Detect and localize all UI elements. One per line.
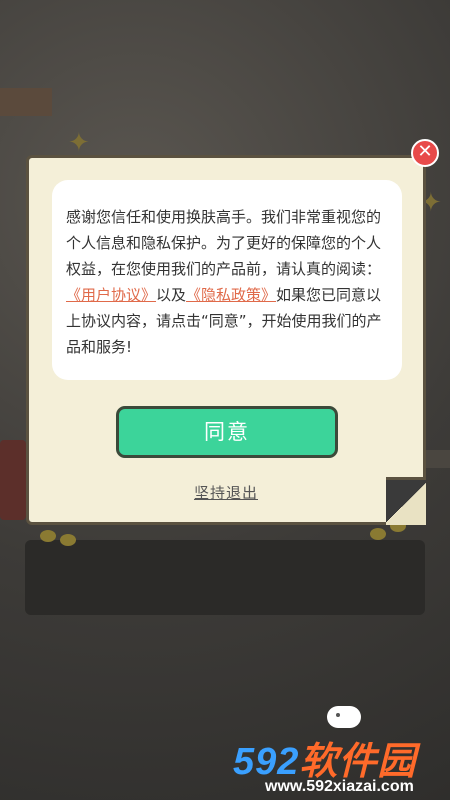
bg-shelf [25, 540, 425, 615]
agreement-text-mid: 以及 [156, 286, 187, 304]
watermark-brand-number: 592 [233, 741, 300, 783]
user-agreement-link[interactable]: 《用户协议》 [66, 286, 156, 304]
watermark-url: www.592xiazai.com [265, 778, 414, 795]
bg-coin [60, 534, 76, 546]
quit-button[interactable]: 坚持退出 [29, 482, 423, 503]
agreement-text: 感谢您信任和使用换肤高手。我们非常重视您的个人信息和隐私保护。为了更好的保障您的… [52, 180, 402, 380]
bg-coin [40, 530, 56, 542]
privacy-policy-link[interactable]: 《隐私政策》 [186, 286, 276, 304]
page-curl-corner [386, 477, 426, 525]
bg-star-icon: ✦ [68, 128, 90, 158]
watermark: 592软件园 www.592xiazai.com [225, 722, 450, 800]
privacy-dialog: 感谢您信任和使用换肤高手。我们非常重视您的个人信息和隐私保护。为了更好的保障您的… [26, 155, 426, 525]
watermark-brand: 592软件园 [233, 730, 416, 785]
bg-sign [0, 88, 52, 116]
agree-button[interactable]: 同意 [116, 406, 338, 458]
watermark-brand-text: 软件园 [299, 741, 417, 783]
close-icon[interactable]: ✕ [411, 139, 439, 167]
bg-coin [370, 528, 386, 540]
bg-can [0, 440, 26, 520]
agreement-text-part1: 感谢您信任和使用换肤高手。我们非常重视您的个人信息和隐私保护。为了更好的保障您的… [66, 208, 382, 278]
